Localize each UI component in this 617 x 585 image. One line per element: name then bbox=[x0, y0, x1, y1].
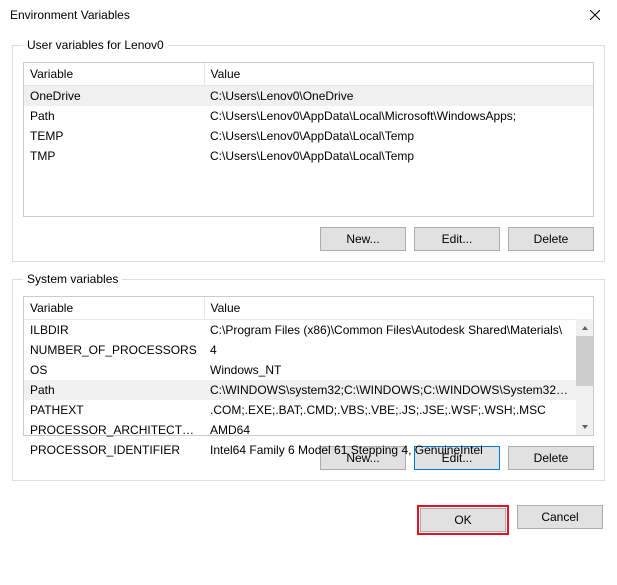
user-var-name: TMP bbox=[24, 146, 204, 166]
system-var-name: PATHEXT bbox=[24, 400, 204, 420]
window-title: Environment Variables bbox=[10, 8, 130, 22]
user-var-name: OneDrive bbox=[24, 86, 204, 107]
user-var-name: Path bbox=[24, 106, 204, 126]
user-buttons-row: New... Edit... Delete bbox=[23, 227, 594, 251]
user-col-variable[interactable]: Variable bbox=[24, 63, 204, 86]
user-variables-legend: User variables for Lenov0 bbox=[23, 38, 168, 52]
system-var-value: C:\WINDOWS\system32;C:\WINDOWS;C:\WINDOW… bbox=[204, 380, 576, 400]
system-var-name: NUMBER_OF_PROCESSORS bbox=[24, 340, 204, 360]
scroll-down-icon[interactable] bbox=[576, 418, 593, 435]
user-row[interactable]: TEMPC:\Users\Lenov0\AppData\Local\Temp bbox=[24, 126, 593, 146]
user-variables-table[interactable]: Variable Value OneDriveC:\Users\Lenov0\O… bbox=[24, 63, 593, 166]
system-var-value: Windows_NT bbox=[204, 360, 576, 380]
system-row[interactable]: ILBDIRC:\Program Files (x86)\Common File… bbox=[24, 320, 576, 341]
user-var-name: TEMP bbox=[24, 126, 204, 146]
system-variables-legend: System variables bbox=[23, 272, 122, 286]
system-var-name: PROCESSOR_ARCHITECTURE bbox=[24, 420, 204, 440]
user-row[interactable]: TMPC:\Users\Lenov0\AppData\Local\Temp bbox=[24, 146, 593, 166]
ok-button[interactable]: OK bbox=[420, 508, 506, 532]
system-var-value: 4 bbox=[204, 340, 576, 360]
system-var-name: OS bbox=[24, 360, 204, 380]
system-row[interactable]: PathC:\WINDOWS\system32;C:\WINDOWS;C:\WI… bbox=[24, 380, 576, 400]
system-var-value: AMD64 bbox=[204, 420, 576, 440]
system-row[interactable]: PROCESSOR_IDENTIFIERIntel64 Family 6 Mod… bbox=[24, 440, 576, 460]
title-bar: Environment Variables bbox=[0, 0, 617, 30]
user-var-value: C:\Users\Lenov0\AppData\Local\Microsoft\… bbox=[204, 106, 593, 126]
user-var-value: C:\Users\Lenov0\AppData\Local\Temp bbox=[204, 146, 593, 166]
system-scrollbar[interactable] bbox=[576, 319, 593, 435]
system-variables-group: System variables Variable Value ILBDIRC:… bbox=[12, 272, 605, 481]
user-variables-table-wrap: Variable Value OneDriveC:\Users\Lenov0\O… bbox=[23, 62, 594, 217]
user-row[interactable]: OneDriveC:\Users\Lenov0\OneDrive bbox=[24, 86, 593, 107]
system-var-name: PROCESSOR_IDENTIFIER bbox=[24, 440, 204, 460]
system-var-value: C:\Program Files (x86)\Common Files\Auto… bbox=[204, 320, 576, 341]
scroll-thumb[interactable] bbox=[576, 336, 593, 386]
system-row[interactable]: NUMBER_OF_PROCESSORS4 bbox=[24, 340, 576, 360]
system-var-value: .COM;.EXE;.BAT;.CMD;.VBS;.VBE;.JS;.JSE;.… bbox=[204, 400, 576, 420]
user-edit-button[interactable]: Edit... bbox=[414, 227, 500, 251]
user-row[interactable]: PathC:\Users\Lenov0\AppData\Local\Micros… bbox=[24, 106, 593, 126]
close-icon[interactable] bbox=[581, 1, 609, 29]
system-var-name: Path bbox=[24, 380, 204, 400]
system-var-value: Intel64 Family 6 Model 61 Stepping 4, Ge… bbox=[204, 440, 576, 460]
scroll-up-icon[interactable] bbox=[576, 319, 593, 336]
user-var-value: C:\Users\Lenov0\OneDrive bbox=[204, 86, 593, 107]
dialog-content: User variables for Lenov0 Variable Value… bbox=[0, 30, 617, 499]
system-row[interactable]: OSWindows_NT bbox=[24, 360, 576, 380]
system-var-name: ILBDIR bbox=[24, 320, 204, 341]
dialog-buttons: OK Cancel bbox=[0, 499, 617, 547]
user-delete-button[interactable]: Delete bbox=[508, 227, 594, 251]
user-col-value[interactable]: Value bbox=[204, 63, 593, 86]
user-variables-group: User variables for Lenov0 Variable Value… bbox=[12, 38, 605, 262]
system-variables-table-wrap: Variable Value ILBDIRC:\Program Files (x… bbox=[23, 296, 594, 436]
sys-col-value[interactable]: Value bbox=[204, 297, 576, 320]
system-row[interactable]: PROCESSOR_ARCHITECTUREAMD64 bbox=[24, 420, 576, 440]
user-new-button[interactable]: New... bbox=[320, 227, 406, 251]
sys-col-variable[interactable]: Variable bbox=[24, 297, 204, 320]
system-row[interactable]: PATHEXT.COM;.EXE;.BAT;.CMD;.VBS;.VBE;.JS… bbox=[24, 400, 576, 420]
system-variables-table[interactable]: Variable Value ILBDIRC:\Program Files (x… bbox=[24, 297, 576, 460]
ok-highlight: OK bbox=[417, 505, 509, 535]
user-var-value: C:\Users\Lenov0\AppData\Local\Temp bbox=[204, 126, 593, 146]
cancel-button[interactable]: Cancel bbox=[517, 505, 603, 529]
